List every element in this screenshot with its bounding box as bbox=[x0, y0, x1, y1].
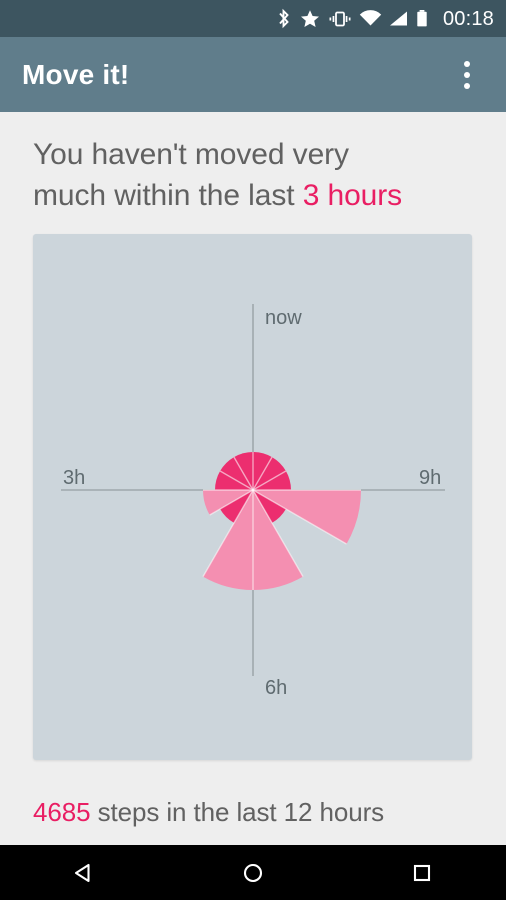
headline-duration-accent: 3 hours bbox=[302, 179, 403, 212]
cell-signal-icon bbox=[389, 8, 409, 30]
status-clock: 00:18 bbox=[442, 7, 494, 30]
wifi-icon bbox=[359, 8, 382, 30]
headline-line-1: You haven't moved very bbox=[33, 138, 349, 171]
step-count: 4685 bbox=[33, 797, 91, 827]
axis-label-6h: 6h bbox=[265, 677, 287, 699]
step-summary: 4685 steps in the last 12 hours bbox=[33, 797, 384, 828]
android-nav-bar bbox=[0, 845, 506, 900]
phone-screen: 00:18 Move it! You haven't moved very mu… bbox=[0, 0, 506, 900]
status-bar: 00:18 bbox=[0, 0, 506, 37]
back-triangle-icon bbox=[75, 863, 90, 882]
nav-recents-button[interactable] bbox=[337, 845, 506, 900]
star-icon bbox=[299, 8, 321, 30]
overflow-dot bbox=[464, 60, 470, 67]
headline-line-2-prefix: much within the last bbox=[33, 179, 303, 212]
app-title: Move it! bbox=[22, 58, 130, 90]
bluetooth-icon bbox=[276, 8, 292, 30]
activity-chart-card[interactable]: now 9h 6h 3h bbox=[33, 234, 472, 760]
axis-label-3h: 3h bbox=[63, 467, 85, 489]
overflow-dot bbox=[464, 82, 470, 89]
overflow-dot bbox=[464, 71, 470, 78]
recents-square-icon bbox=[413, 864, 430, 881]
headline-message: You haven't moved very much within the l… bbox=[33, 134, 473, 216]
status-icon-group: 00:18 bbox=[276, 8, 494, 30]
vibrate-icon bbox=[328, 8, 352, 30]
axis-label-9h: 9h bbox=[419, 467, 441, 489]
overflow-menu-icon[interactable] bbox=[450, 52, 484, 98]
nav-home-button[interactable] bbox=[169, 845, 338, 900]
nav-back-button[interactable] bbox=[0, 845, 169, 900]
main-content: You haven't moved very much within the l… bbox=[0, 112, 506, 845]
app-bar: Move it! bbox=[0, 37, 506, 112]
activity-rose-chart: now 9h 6h 3h bbox=[61, 304, 445, 699]
home-circle-icon bbox=[243, 863, 263, 882]
battery-icon bbox=[416, 8, 428, 30]
step-summary-suffix: steps in the last 12 hours bbox=[90, 797, 385, 827]
axis-label-now: now bbox=[265, 307, 302, 329]
